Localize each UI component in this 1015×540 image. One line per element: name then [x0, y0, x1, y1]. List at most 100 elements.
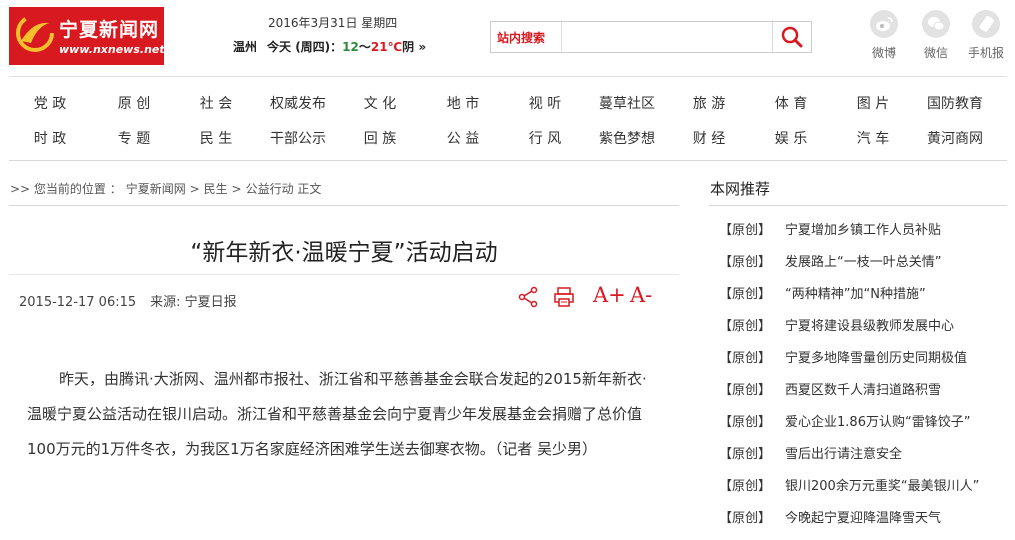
list-item-link[interactable]: 宁夏增加乡镇工作人员补贴	[785, 223, 941, 238]
list-item[interactable]: 【原创】 “两种精神”加“N种措施”	[719, 284, 1009, 316]
list-item-link[interactable]: 西夏区数千人清扫道路积雪	[785, 383, 941, 398]
print-button[interactable]	[552, 285, 576, 309]
weather-low: 12	[342, 40, 359, 54]
nav-item[interactable]: 民 生	[175, 128, 257, 148]
list-item-link[interactable]: 今晚起宁夏迎降温降雪天气	[785, 511, 941, 526]
nav-item[interactable]: 行 风	[504, 128, 586, 148]
wechat-label: 微信	[923, 46, 948, 60]
nav-item[interactable]: 国防教育	[914, 93, 996, 113]
nav-item[interactable]: 专 题	[93, 128, 175, 148]
nav-item[interactable]: 公 益	[422, 128, 504, 148]
list-item-tag: 【原创】	[719, 415, 772, 430]
share-button[interactable]	[516, 285, 540, 309]
mobile-link[interactable]: 手机报	[966, 10, 1006, 61]
list-item[interactable]: 【原创】 银川200余万元重奖“最美银川人”	[719, 476, 1009, 508]
search-input[interactable]	[561, 22, 771, 52]
breadcrumb-separator: >	[189, 182, 200, 196]
list-item[interactable]: 【原创】 今晚起宁夏迎降温降雪天气	[719, 508, 1009, 540]
list-item-link[interactable]: 宁夏多地降雪量创历史同期极值	[785, 351, 967, 366]
nav-item[interactable]: 旅 游	[668, 93, 750, 113]
wechat-icon	[928, 17, 945, 31]
list-item[interactable]: 【原创】 宁夏将建设县级教师发展中心	[719, 316, 1009, 348]
list-item[interactable]: 【原创】 西夏区数千人清扫道路积雪	[719, 380, 1009, 412]
nav-item[interactable]: 权威发布	[257, 93, 339, 113]
font-increase-icon: A+	[593, 283, 626, 307]
weather-more-icon[interactable]: »	[418, 40, 426, 54]
nav-item[interactable]: 社 会	[175, 93, 257, 113]
article-body: 昨天，由腾讯·大浙网、温州都市报社、浙江省和平慈善基金会联合发起的2015新年新…	[27, 370, 647, 458]
breadcrumb-separator: >	[231, 182, 242, 196]
nav-item[interactable]: 体 育	[750, 93, 832, 113]
weather-widget[interactable]: 温州 今天 (周四)：12～21℃阴 »	[233, 38, 426, 55]
list-item-tag: 【原创】	[719, 319, 772, 334]
nav-item[interactable]: 地 市	[422, 93, 504, 113]
wechat-link[interactable]: 微信	[916, 10, 956, 61]
breadcrumb-link-home[interactable]: 宁夏新闻网	[126, 182, 186, 196]
nav-item[interactable]: 紫色梦想	[586, 128, 668, 148]
list-item-link[interactable]: “两种精神”加“N种措施”	[785, 287, 926, 302]
nav-item[interactable]: 财 经	[668, 128, 750, 148]
article-meta: 2015-12-17 06:15 来源: 宁夏日报	[19, 291, 237, 310]
weather-tilde: ～	[358, 40, 371, 54]
nav-item[interactable]: 原 创	[93, 93, 175, 113]
search-icon	[781, 26, 803, 48]
weather-city: 温州	[233, 40, 258, 54]
breadcrumb-link-minsheng[interactable]: 民生	[204, 182, 228, 196]
weather-today: 今天 (周四)：	[267, 40, 343, 54]
mobile-label: 手机报	[967, 46, 1004, 60]
logo-name: 宁夏新闻网	[59, 19, 160, 41]
nav-item[interactable]: 干部公示	[257, 128, 339, 148]
nav-row-2: 时 政 专 题 民 生 干部公示 回 族 公 益 行 风 紫色梦想 财 经 娱 …	[9, 128, 1007, 158]
logo-domain: www.nxnews.net	[59, 43, 165, 56]
list-item-tag: 【原创】	[719, 511, 772, 526]
list-item-tag: 【原创】	[719, 223, 772, 238]
list-item-link[interactable]: 发展路上“一枝一叶总关情”	[785, 255, 941, 270]
nav-item[interactable]: 文 化	[339, 93, 421, 113]
article-source: 来源: 宁夏日报	[150, 295, 237, 310]
breadcrumb-divider	[9, 205, 679, 206]
nav-item[interactable]: 视 听	[504, 93, 586, 113]
list-item[interactable]: 【原创】 雪后出行请注意安全	[719, 444, 1009, 476]
list-item-tag: 【原创】	[719, 383, 772, 398]
current-date: 2016年3月31日 星期四	[268, 16, 398, 30]
nav-item[interactable]: 娱 乐	[750, 128, 832, 148]
article-title: “新年新衣·温暖宁夏”活动启动	[190, 240, 498, 266]
nav-item[interactable]: 黄河商网	[914, 128, 996, 148]
list-item-tag: 【原创】	[719, 447, 772, 462]
font-increase-button[interactable]: A+	[591, 283, 626, 309]
nav-item[interactable]: 图 片	[832, 93, 914, 113]
nav-item[interactable]: 蔓草社区	[586, 93, 668, 113]
article-datetime: 2015-12-17 06:15	[19, 295, 137, 310]
list-item-tag: 【原创】	[719, 255, 772, 270]
list-item-link[interactable]: 爱心企业1.86万认购“雷锋饺子”	[785, 415, 970, 430]
font-decrease-icon: A-	[630, 283, 653, 307]
title-divider	[9, 274, 679, 275]
weather-condition: 阴	[402, 40, 415, 54]
header-divider	[9, 76, 1007, 77]
nav-item[interactable]: 时 政	[9, 128, 91, 148]
list-item-tag: 【原创】	[719, 351, 772, 366]
list-item[interactable]: 【原创】 爱心企业1.86万认购“雷锋饺子”	[719, 412, 1009, 444]
list-item[interactable]: 【原创】 宁夏多地降雪量创历史同期极值	[719, 348, 1009, 380]
weibo-link[interactable]: 微博	[864, 10, 904, 61]
site-logo[interactable]: 宁夏新闻网 www.nxnews.net	[9, 7, 165, 65]
site-search: 站内搜索	[490, 21, 812, 53]
sidebar-title: 本网推荐	[710, 180, 771, 198]
nav-item[interactable]: 回 族	[339, 128, 421, 148]
breadcrumb-prefix: >> 您当前的位置 ：	[10, 182, 122, 196]
list-item-link[interactable]: 雪后出行请注意安全	[785, 447, 902, 462]
recommend-list: 【原创】 宁夏增加乡镇工作人员补贴 【原创】 发展路上“一枝一叶总关情” 【原创】 “…	[719, 220, 1009, 540]
nav-item[interactable]: 汽 车	[832, 128, 914, 148]
font-decrease-button[interactable]: A-	[628, 283, 653, 309]
logo-swirl-icon	[16, 14, 54, 52]
breadcrumb-link-gongyi[interactable]: 公益行动	[246, 182, 294, 196]
list-item-link[interactable]: 宁夏将建设县级教师发展中心	[785, 319, 954, 334]
weibo-label: 微博	[871, 46, 896, 60]
list-item-link[interactable]: 银川200余万元重奖“最美银川人”	[785, 479, 979, 494]
search-button[interactable]	[772, 22, 811, 52]
nav-item[interactable]: 党 政	[9, 93, 91, 113]
print-icon	[554, 287, 574, 307]
list-item[interactable]: 【原创】 发展路上“一枝一叶总关情”	[719, 252, 1009, 284]
share-icon	[518, 286, 538, 308]
list-item[interactable]: 【原创】 宁夏增加乡镇工作人员补贴	[719, 220, 1009, 252]
